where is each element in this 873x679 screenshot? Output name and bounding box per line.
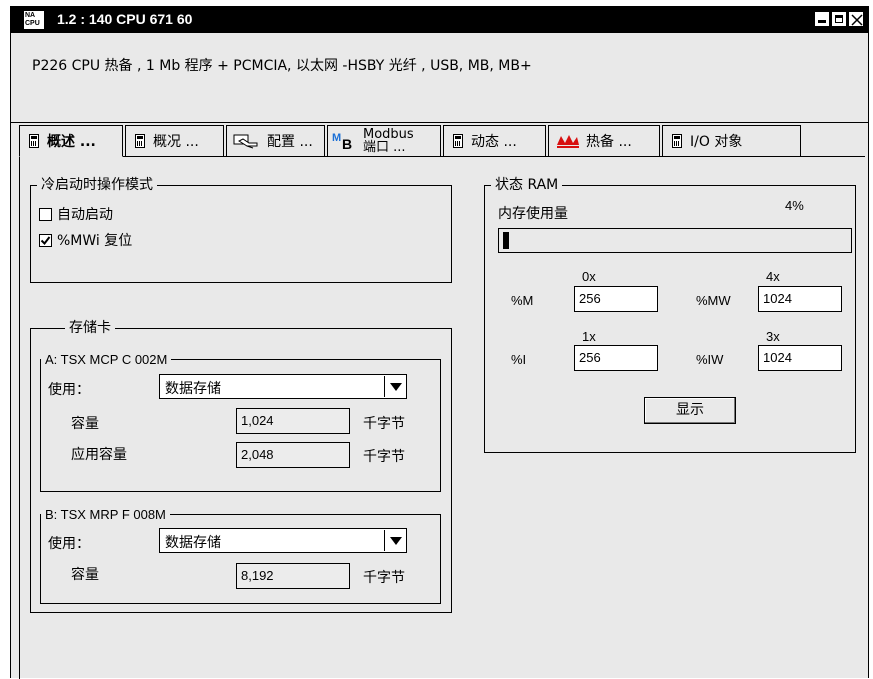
auto-start-row[interactable]: 自动启动 [39,204,113,224]
card-b-use-label: 使用： [48,536,90,552]
status-ram-title: 状态 RAM [491,176,563,194]
auto-start-checkbox[interactable] [39,207,52,221]
mwi-reset-label: %MWi 复位 [57,233,133,249]
maximize-button[interactable] [831,11,847,27]
card-a-app-capacity-unit: 千字节 [363,449,405,465]
card-b-capacity-unit: 千字节 [363,570,405,586]
cold-start-title: 冷启动时操作模式 [37,176,157,194]
memory-usage-label: 内存使用量 [498,206,568,222]
window-controls [813,11,864,27]
tab-label: 配置 ... [267,134,313,150]
iw-size-field[interactable]: 1024 [758,345,842,371]
tab-modbus-port[interactable]: M B Modbus 端口 ... [327,125,441,156]
tab-io-objects[interactable]: I/O 对象 [662,125,801,156]
iw-offset-label: 3x [766,329,780,344]
tab-overview[interactable]: 概述 ... [19,125,123,157]
card-a-group: A: TSX MCP C 002M 使用： 数据存储 容量 1,024 千字节 … [40,351,441,492]
card-b-use-select[interactable]: 数据存储 [159,528,407,553]
memory-card-group: 存储卡 A: TSX MCP C 002M 使用： 数据存储 容量 1,024 … [30,319,452,613]
mw-offset-label: 4x [766,269,780,284]
tab-label-bottom: 端口 ... [363,140,406,155]
tab-animation[interactable]: 动态 ... [443,125,546,156]
card-a-use-label: 使用： [48,382,90,398]
i-size-field[interactable]: 256 [574,345,658,371]
m-size-field[interactable]: 256 [574,286,658,312]
m-offset-label: 0x [582,269,596,284]
minimize-button[interactable] [814,11,830,27]
tab-label: 概况 ... [153,134,199,150]
hot-standby-icon [557,135,579,148]
tab-label: 动态 ... [471,134,517,150]
chevron-down-icon[interactable] [384,376,405,397]
main-window: NA CPU 1.2 : 140 CPU 671 60 P226 CPU 热备 … [10,6,869,679]
chevron-down-icon[interactable] [384,530,405,551]
mwi-reset-checkbox[interactable] [39,233,52,247]
module-description-area: P226 CPU 热备 , 1 Mb 程序 + PCMCIA, 以太网 -HSB… [11,33,868,123]
cpu-icon-label-bottom: CPU [25,20,40,27]
mw-label: %MW [696,293,731,308]
module-icon [453,134,463,148]
memory-card-title: 存储卡 [65,319,115,337]
card-b-use-value: 数据存储 [165,535,221,551]
card-b-title: B: TSX MRP F 008M [41,506,170,524]
checkmark-icon [40,235,51,245]
module-description: P226 CPU 热备 , 1 Mb 程序 + PCMCIA, 以太网 -HSB… [32,58,532,74]
iw-label: %IW [696,352,724,367]
cpu-icon: NA CPU [24,11,44,29]
cpu-icon-label-top: NA [25,12,36,19]
svg-text:M: M [332,132,341,144]
memory-usage-bar-fill [503,232,509,249]
m-label: %M [511,293,534,308]
card-b-capacity-label: 容量 [71,567,99,583]
modbus-icon: M B [332,132,352,152]
window-title: 1.2 : 140 CPU 671 60 [57,11,193,27]
tab-label-stack: Modbus 端口 ... [363,128,414,154]
mwi-reset-row[interactable]: %MWi 复位 [39,230,132,250]
card-b-capacity-field: 8,192 [236,563,350,589]
module-icon [29,134,39,148]
tab-label: 概述 ... [47,134,96,150]
i-label: %I [511,352,527,367]
tab-label: 热备 ... [586,134,632,150]
module-icon [672,134,682,148]
card-b-group: B: TSX MRP F 008M 使用： 数据存储 容量 8,192 千字节 [40,506,441,604]
card-a-capacity-unit: 千字节 [363,416,405,432]
close-icon [851,14,863,26]
card-a-capacity-field: 1,024 [236,408,350,434]
card-a-use-select[interactable]: 数据存储 [159,374,407,399]
cold-start-group: 冷启动时操作模式 自动启动 %MWi 复位 [30,176,452,283]
show-button[interactable]: 显示 [644,397,736,424]
svg-text:B: B [342,136,352,152]
card-a-capacity-label: 容量 [71,416,99,432]
hand-config-icon [233,134,258,149]
tab-config[interactable]: 配置 ... [226,125,325,156]
card-a-title: A: TSX MCP C 002M [41,351,172,369]
tab-hot-standby[interactable]: 热备 ... [548,125,660,156]
auto-start-label: 自动启动 [57,207,113,223]
mw-size-field[interactable]: 1024 [758,286,842,312]
tab-label: I/O 对象 [690,134,743,150]
memory-usage-bar [498,228,852,253]
title-bar[interactable]: NA CPU 1.2 : 140 CPU 671 60 [11,7,868,33]
close-button[interactable] [848,11,864,27]
memory-usage-percent: 4% [785,198,804,213]
i-offset-label: 1x [582,329,596,344]
card-a-app-capacity-field: 2,048 [236,442,350,468]
module-icon [135,134,145,148]
tab-profile[interactable]: 概况 ... [125,125,224,156]
card-a-use-value: 数据存储 [165,381,221,397]
card-a-app-capacity-label: 应用容量 [71,447,127,463]
tab-bar: 概述 ... 概况 ... 配置 ... M B Modbus 端口 ... 动… [19,125,859,157]
